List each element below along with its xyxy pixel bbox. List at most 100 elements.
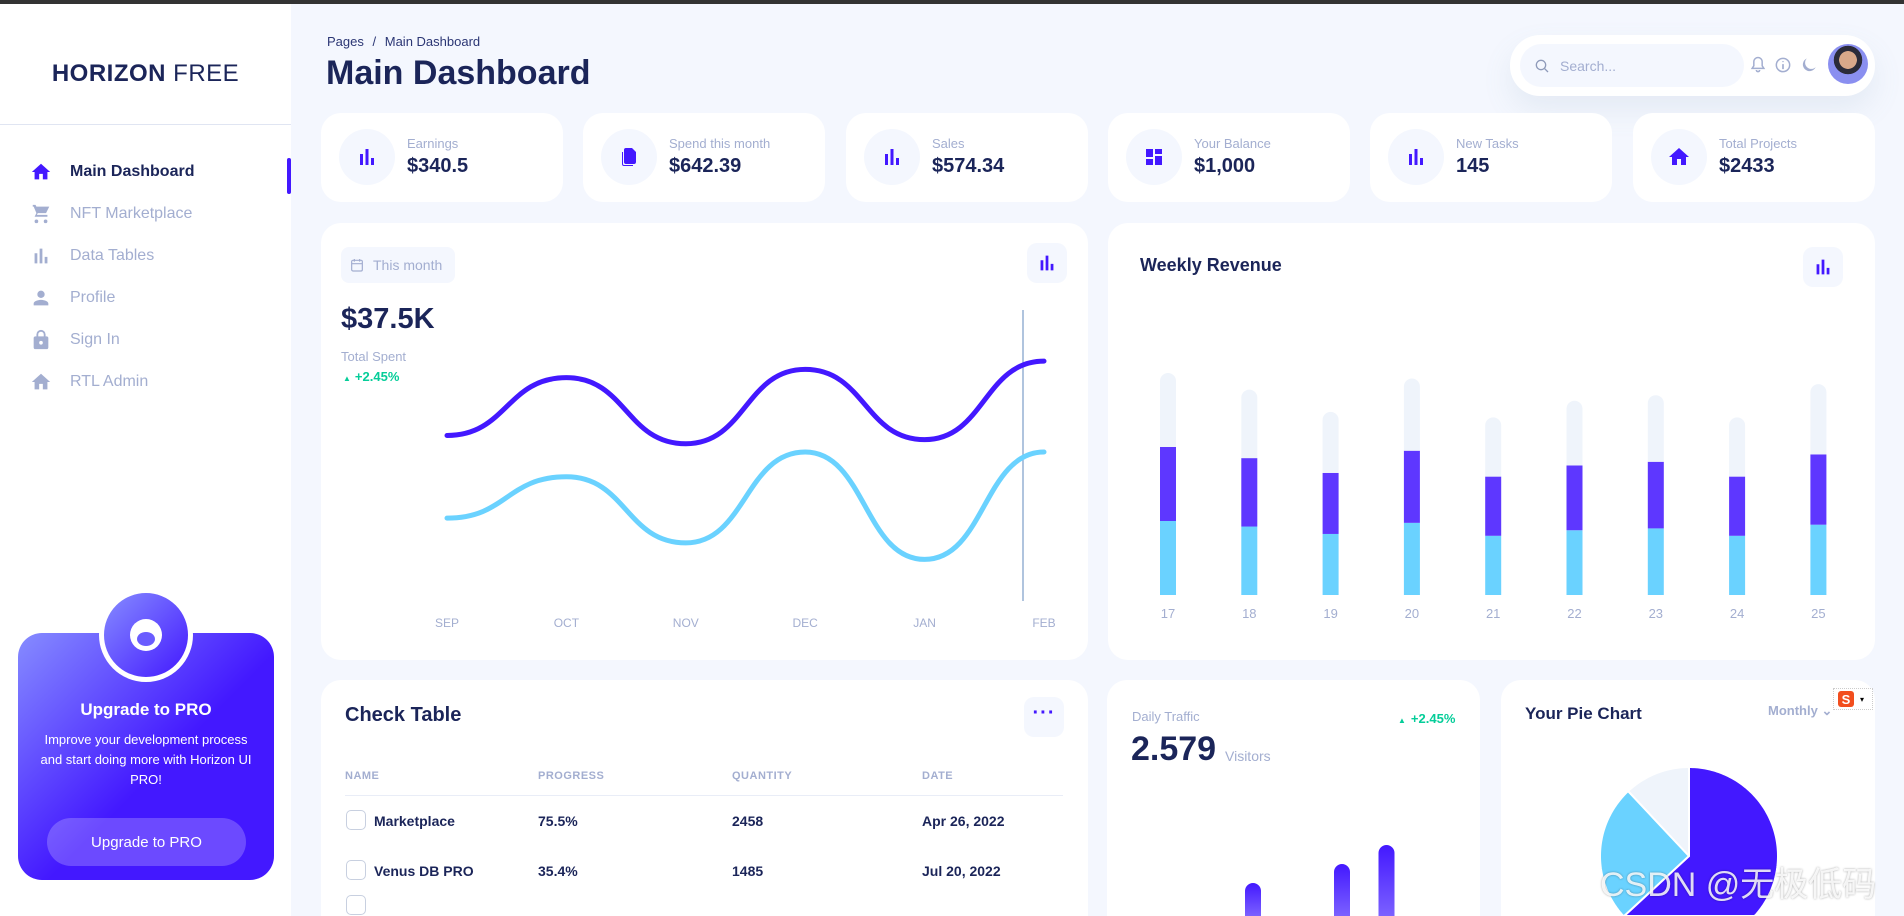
home-icon (31, 373, 51, 390)
breadcrumb-current[interactable]: Main Dashboard (385, 34, 480, 49)
x-tick-label: FEB (1032, 616, 1055, 630)
bar-segment (1810, 454, 1827, 525)
bar-segment (1403, 450, 1420, 523)
stat-icon-wrap (601, 129, 657, 185)
upgrade-badge (99, 588, 193, 682)
stat-card-spend: Spend this month $642.39 (583, 113, 825, 202)
bar-segment (1647, 528, 1664, 595)
moon-icon[interactable] (1799, 55, 1819, 75)
cell-progress: 75.5% (538, 813, 578, 829)
traffic-bar (1378, 845, 1395, 916)
stat-value: $642.39 (669, 155, 742, 177)
x-tick-label: SEP (435, 616, 459, 630)
more-options-button[interactable]: ··· (1024, 697, 1064, 737)
info-icon[interactable] (1773, 55, 1793, 75)
upgrade-text: Improve your development process and sta… (40, 732, 252, 787)
stat-card-projects: Total Projects $2433 (1633, 113, 1875, 202)
search-input[interactable] (1560, 57, 1730, 74)
cell-quantity: 1485 (732, 863, 764, 879)
more-dots-icon: ··· (1032, 701, 1056, 724)
breadcrumb: Pages / Main Dashboard (327, 34, 480, 49)
stat-label: Earnings (407, 136, 459, 151)
weekly-revenue-chart: 17 18 19 20 21 22 23 24 25 (1160, 373, 1827, 621)
stat-card-tasks: New Tasks 145 (1370, 113, 1612, 202)
brand-light: FREE (173, 60, 240, 87)
stat-value: $574.34 (932, 155, 1005, 177)
x-tick-label: 22 (1567, 606, 1581, 621)
bar-segment (1729, 476, 1746, 536)
bell-icon[interactable] (1748, 55, 1768, 75)
cart-icon (32, 204, 50, 224)
bar-chart-icon (885, 149, 899, 165)
bar-segment (1647, 395, 1664, 462)
stat-label: Total Projects (1719, 136, 1798, 151)
sidebar-item-profile[interactable]: Profile (30, 283, 115, 313)
bar-segment (1647, 461, 1664, 529)
bar-chart-icon (1409, 149, 1423, 165)
sidebar-item-data-tables[interactable]: Data Tables (30, 241, 154, 271)
stat-icon-wrap (1388, 129, 1444, 185)
column-header-quantity[interactable]: QUANTITY (732, 770, 792, 782)
breadcrumb-pages[interactable]: Pages (327, 34, 364, 49)
column-header-name[interactable]: NAME (345, 770, 379, 782)
bar-segment (1160, 373, 1176, 447)
stat-icon-wrap (1651, 129, 1707, 185)
column-header-date[interactable]: DATE (922, 770, 953, 782)
bar-segment (1160, 521, 1176, 595)
traffic-bar (1245, 883, 1261, 916)
row-checkbox[interactable] (346, 895, 366, 915)
stat-label: Sales (932, 136, 965, 151)
sidebar-item-main-dashboard[interactable]: Main Dashboard (30, 157, 194, 187)
search-box[interactable] (1520, 44, 1744, 87)
page-title: Main Dashboard (326, 54, 591, 92)
bar-segment (1322, 411, 1339, 473)
bar-segment (1729, 535, 1746, 595)
x-tick-label: 18 (1242, 606, 1256, 621)
bar-segment (1810, 524, 1827, 595)
row-checkbox[interactable] (346, 860, 366, 880)
bar-segment (1566, 400, 1583, 466)
cell-quantity: 2458 (732, 813, 764, 829)
cell-progress: 35.4% (538, 863, 578, 879)
line-series-1 (444, 358, 1047, 447)
sidebar-item-nft-marketplace[interactable]: NFT Marketplace (30, 199, 192, 229)
bar-segment (1322, 533, 1339, 595)
x-tick-label: JAN (913, 616, 936, 630)
sidebar-item-sign-in[interactable]: Sign In (30, 325, 120, 355)
upgrade-button[interactable]: Upgrade to PRO (47, 818, 246, 866)
bar-segment (1485, 535, 1502, 595)
bar-segment (1160, 447, 1176, 521)
stat-value: $2433 (1719, 155, 1775, 177)
dashboard-icon (1146, 149, 1162, 165)
stat-label: Spend this month (669, 136, 771, 151)
brand-bold: HORIZON (51, 60, 166, 87)
column-header-progress[interactable]: PROGRESS (538, 770, 604, 782)
row-checkbox[interactable] (346, 810, 366, 830)
line-chart: SEP OCT NOV DEC JAN FEB (435, 310, 1056, 630)
x-tick-label: 23 (1649, 606, 1663, 621)
sidebar-item-rtl-admin[interactable]: RTL Admin (30, 367, 148, 397)
bar-segment (1403, 378, 1420, 451)
table-row: Marketplace 75.5% 2458 Apr 26, 2022 (345, 809, 1063, 833)
x-tick-label: 19 (1323, 606, 1337, 621)
bar-segment (1403, 522, 1420, 595)
breadcrumb-separator: / (372, 34, 377, 49)
x-tick-label: DEC (793, 616, 819, 630)
ime-toolbar[interactable]: S ▾ (1833, 688, 1873, 710)
bar-segment (1322, 472, 1339, 534)
bar-chart-icon (360, 149, 374, 165)
sidebar-item-label: Main Dashboard (70, 163, 195, 180)
stat-card-balance: Your Balance $1,000 (1108, 113, 1350, 202)
ime-menu-icon: ▾ (1860, 694, 1865, 704)
home-icon (1669, 148, 1689, 165)
x-tick-label: 20 (1405, 606, 1419, 621)
avatar[interactable] (1828, 44, 1868, 84)
bar-segment (1566, 465, 1583, 531)
cell-date: Jul 20, 2022 (922, 863, 1001, 879)
cell-name: Venus DB PRO (374, 863, 474, 879)
x-tick-label: 17 (1161, 606, 1175, 621)
home-icon (31, 163, 51, 180)
check-table-title: Check Table (345, 704, 462, 726)
bar-segment (1729, 417, 1746, 477)
table-row: Venus DB PRO 35.4% 1485 Jul 20, 2022 (345, 859, 1063, 883)
